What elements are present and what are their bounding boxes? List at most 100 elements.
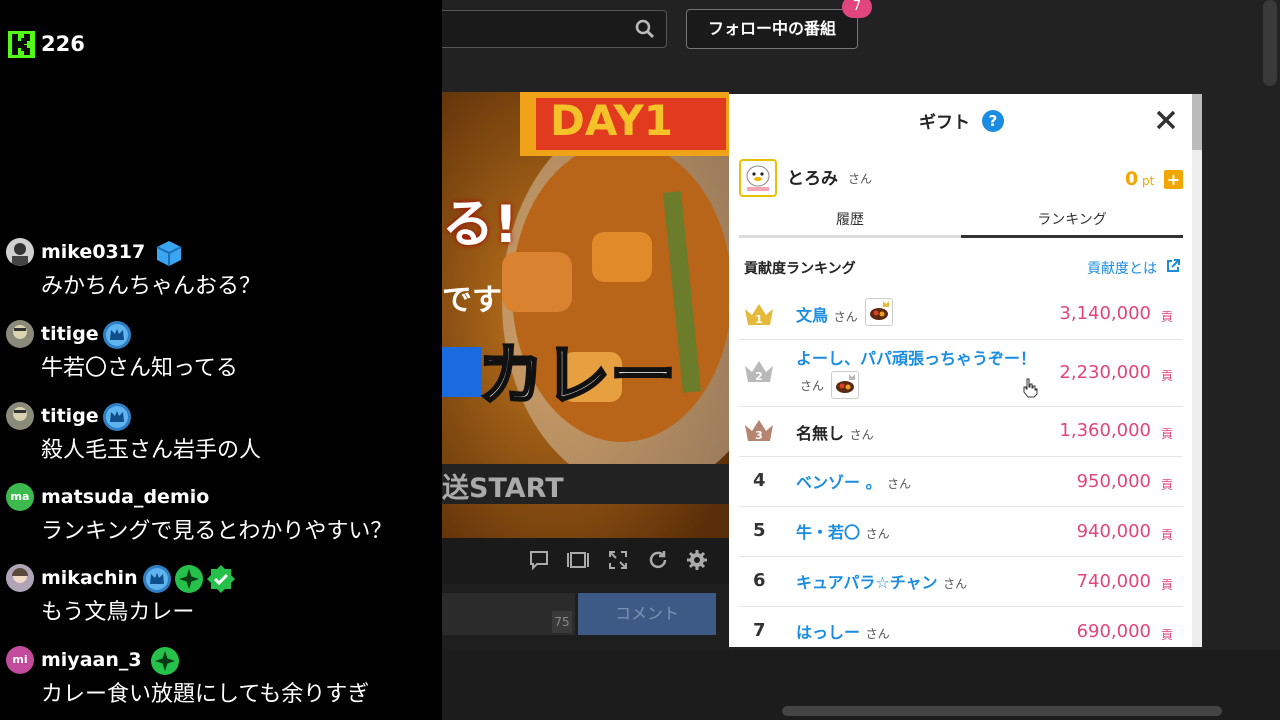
svg-text:3: 3	[755, 429, 763, 442]
ranking-heading: 貢献度ランキング	[744, 261, 856, 277]
ranker-points: 1,360,000	[1059, 420, 1151, 441]
ranker-points: 740,000	[1076, 571, 1151, 592]
ranker-points: 690,000	[1076, 621, 1151, 642]
points-unit: 貢	[1160, 369, 1173, 383]
search-icon[interactable]	[634, 18, 656, 40]
honorific: さん	[849, 428, 874, 442]
following-programs-button[interactable]: フォロー中の番組	[686, 9, 858, 49]
reload-icon[interactable]	[647, 549, 669, 571]
ranking-row: 1 文鳥 さん 3,140,000 貢	[739, 290, 1183, 340]
rank-number: 7	[753, 620, 766, 641]
chat-text: みかちんちゃんおる？	[41, 274, 262, 299]
avatar	[6, 238, 34, 266]
svg-text:2: 2	[755, 370, 763, 383]
chat-text: 牛若〇さん知ってる	[41, 356, 238, 381]
avatar	[6, 320, 34, 348]
points-unit: 貢	[1160, 628, 1173, 642]
rank-number: 6	[753, 570, 766, 591]
video-overlay-text: 送START	[442, 473, 564, 504]
rank-number: 4	[753, 470, 766, 491]
close-icon[interactable]	[1154, 108, 1178, 132]
avatar: ma	[6, 483, 34, 511]
top-bar: フォロー中の番組 7	[442, 0, 1280, 86]
fullscreen-icon[interactable]	[607, 549, 629, 571]
badge-list	[142, 564, 236, 594]
search-input[interactable]	[442, 10, 667, 48]
honorific: さん	[848, 172, 873, 186]
video-overlay-text: る!	[442, 195, 518, 255]
crown-badge-icon	[103, 321, 131, 349]
video-player[interactable]: DAY1 る! です カレー 送START	[442, 92, 729, 538]
ranker-name-text: 牛・若〇	[796, 523, 861, 542]
chat-text: カレー食い放題にしても余りすぎ	[41, 682, 370, 707]
settings-gear-icon[interactable]	[686, 549, 708, 571]
point-balance: 0	[1125, 168, 1139, 190]
add-points-icon[interactable]: +	[1164, 170, 1183, 189]
chat-username[interactable]: titige	[41, 402, 99, 430]
points-unit: 貢	[1160, 310, 1173, 324]
comment-row: 75 コメント	[442, 584, 729, 650]
ranking-row: 2 よーし、パパ頑張っちゃうぞー！ さん 2,230,000 貢	[739, 339, 1183, 407]
badge-list	[150, 646, 180, 676]
rank-number: 5	[753, 520, 766, 541]
avatar	[6, 564, 34, 592]
ranker-name[interactable]: はっしー さん	[796, 619, 890, 643]
comment-submit-button[interactable]: コメント	[578, 593, 716, 635]
gold-crown-icon: 1	[745, 304, 773, 326]
chat-username[interactable]: mike0317	[41, 238, 145, 266]
badge-list	[102, 402, 132, 432]
chat-username[interactable]: matsuda_demio	[41, 483, 209, 511]
ranker-name-text: はっしー	[796, 623, 861, 642]
ranker-name[interactable]: キュアパラ☆チャン さん	[796, 569, 967, 593]
tab-history[interactable]: 履歴	[739, 204, 961, 238]
ranker-name[interactable]: 名無し さん	[796, 420, 874, 444]
scrollbar-thumb[interactable]	[1192, 94, 1202, 150]
ranker-name-text: 名無し	[796, 424, 845, 443]
ranker-name-text: キュアパラ☆チャン	[796, 573, 938, 592]
comment-input[interactable]: 75	[442, 593, 575, 635]
help-icon[interactable]: ?	[982, 110, 1004, 132]
ranker-name[interactable]: 文鳥 さん	[796, 302, 858, 326]
honorific: さん	[833, 310, 858, 324]
notification-count-badge: 7	[842, 0, 872, 18]
honorific: さん	[800, 379, 825, 393]
ranking-row: 3 名無し さん 1,360,000 貢	[739, 406, 1183, 457]
kick-logo-icon	[8, 31, 35, 58]
gift-item-icon	[831, 371, 859, 399]
ranker-name[interactable]: ベンゾー 。 さん	[796, 469, 911, 493]
chat-text: もう文鳥カレー	[41, 600, 195, 625]
ranker-name-text: ベンゾー 。	[796, 473, 882, 492]
comment-toggle-icon[interactable]	[528, 549, 550, 571]
gift-item-icon	[865, 298, 893, 326]
honorific: さん	[887, 477, 912, 491]
sparkle-badge-icon	[175, 565, 203, 593]
ranking-row: 4 ベンゾー 。 さん 950,000 貢	[739, 456, 1183, 507]
external-link-icon[interactable]	[1166, 259, 1180, 273]
gift-panel: ギフト ? とろみ さん 0 pt + 履歴 ランキング 貢献度ランキング 貢献…	[729, 94, 1202, 647]
gift-panel-title: ギフト	[919, 113, 970, 133]
chat-username[interactable]: titige	[41, 320, 99, 348]
my-avatar	[739, 159, 777, 197]
player-controls	[442, 538, 729, 584]
contribution-info-link[interactable]: 貢献度とは	[1087, 258, 1157, 278]
char-count: 75	[552, 611, 572, 633]
theater-mode-icon[interactable]	[566, 549, 590, 571]
horizontal-scrollbar[interactable]	[782, 706, 1222, 716]
ranker-name-text: 文鳥	[796, 306, 829, 325]
chat-text: ランキングで見るとわかりやすい？	[41, 519, 393, 544]
viewer-count: 226	[41, 32, 85, 56]
badge-list	[102, 320, 132, 350]
ranker-name[interactable]: よーし、パパ頑張っちゃうぞー！	[796, 345, 1036, 369]
ranker-name[interactable]: 牛・若〇 さん	[796, 519, 890, 543]
ranker-points: 950,000	[1076, 471, 1151, 492]
crown-badge-icon	[103, 403, 131, 431]
cube-badge-icon	[156, 241, 182, 266]
panel-scrollbar[interactable]	[1192, 94, 1202, 647]
avatar	[6, 402, 34, 430]
chat-username[interactable]: miyaan_3	[41, 646, 142, 674]
chat-username[interactable]: mikachin	[41, 564, 138, 592]
my-username: とろみ	[787, 169, 838, 189]
video-overlay-title: カレー	[477, 336, 678, 416]
vertical-scrollbar[interactable]	[1263, 0, 1277, 86]
tab-ranking[interactable]: ランキング	[961, 204, 1183, 238]
